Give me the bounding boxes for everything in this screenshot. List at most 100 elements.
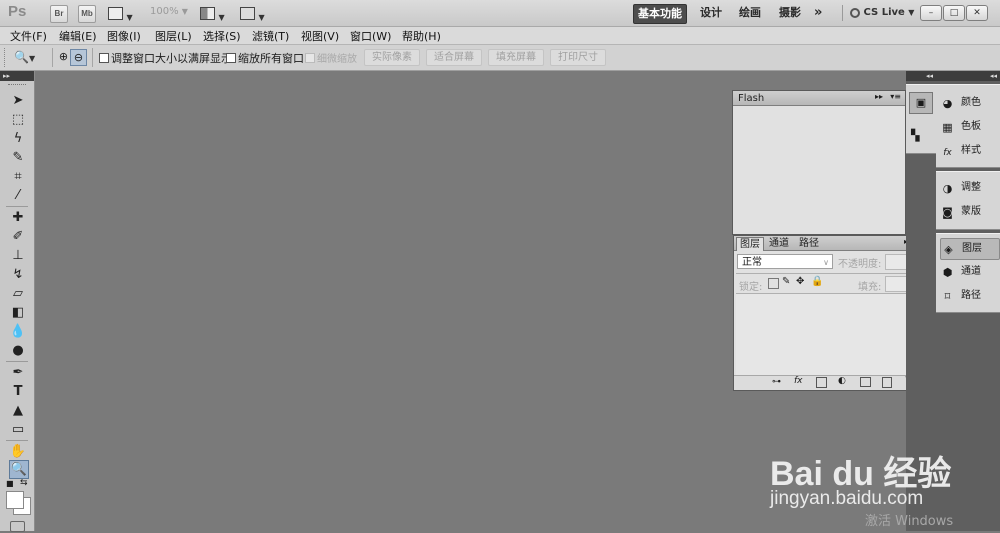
menu-layer[interactable]: 图层(L) — [155, 28, 192, 44]
quick-selection-tool-icon[interactable]: ✎ — [9, 149, 27, 166]
checkbox-icon — [99, 53, 109, 63]
menu-window[interactable]: 窗口(W) — [350, 28, 391, 44]
flash-panel-icon[interactable]: ▣ — [909, 92, 933, 114]
workspace-photography[interactable]: 摄影 — [775, 4, 805, 22]
swatches-panel-item[interactable]: ▦ 色板 — [940, 117, 998, 137]
rectangle-tool-icon[interactable]: ▭ — [9, 421, 27, 438]
workspace-painting[interactable]: 绘画 — [735, 4, 765, 22]
panel-grip[interactable] — [8, 84, 26, 87]
lock-all-icon[interactable]: 🔒 — [811, 276, 823, 287]
arrange-documents-dropdown[interactable]: ▼ — [200, 5, 230, 22]
zoom-in-icon[interactable]: ⊕ — [56, 49, 71, 64]
add-mask-icon[interactable] — [816, 377, 827, 388]
collapse-panel-icon[interactable]: ▸▸ — [875, 92, 883, 101]
swap-colors-icon[interactable]: ⇆ — [20, 478, 28, 488]
cs-live-button[interactable]: CS Live ▼ — [850, 5, 914, 21]
menu-select[interactable]: 选择(S) — [203, 28, 241, 44]
menu-help[interactable]: 帮助(H) — [402, 28, 441, 44]
foreground-color-swatch[interactable] — [6, 491, 24, 509]
blend-mode-select[interactable]: 正常 ∨ — [737, 254, 833, 269]
panel-menu-icon[interactable]: ▾≡ — [890, 92, 901, 101]
color-panel-item[interactable]: ◕ 颜色 — [940, 93, 998, 113]
brush-tool-icon[interactable]: ✐ — [9, 228, 27, 245]
move-tool-icon[interactable]: ➤ — [9, 92, 27, 109]
actual-pixels-button[interactable]: 实际像素 — [364, 49, 420, 66]
dock-collapse-button[interactable]: ◂◂ — [936, 71, 1000, 81]
bridge-button[interactable]: Br — [50, 5, 68, 23]
channels-panel-item[interactable]: ⬢ 通道 — [940, 262, 998, 282]
new-group-icon[interactable] — [860, 377, 871, 387]
fill-screen-button[interactable]: 填充屏幕 — [488, 49, 544, 66]
lock-position-icon[interactable]: ✥ — [796, 276, 804, 287]
link-layers-icon[interactable]: ⊶ — [772, 377, 781, 387]
paths-panel-item[interactable]: ⌑ 路径 — [940, 286, 998, 306]
dodge-tool-icon[interactable]: ● — [9, 342, 27, 359]
mini-bridge-button[interactable]: Mb — [78, 5, 96, 23]
options-grip[interactable] — [4, 48, 7, 67]
layer-style-icon[interactable]: fx — [794, 376, 803, 386]
eyedropper-tool-icon[interactable]: ⁄ — [9, 187, 27, 204]
adjustment-layer-icon[interactable]: ◐ — [838, 376, 846, 386]
fill-label: 填充: — [858, 282, 882, 293]
menu-edit[interactable]: 编辑(E) — [59, 28, 97, 44]
fit-screen-button[interactable]: 适合屏幕 — [426, 49, 482, 66]
zoom-tool-icon[interactable]: 🔍 — [9, 460, 29, 479]
default-colors-icon[interactable]: ■ — [6, 479, 14, 488]
blur-tool-icon[interactable]: 💧 — [9, 323, 27, 340]
chevron-down-icon: ▼ — [258, 13, 265, 22]
screen-mode-dropdown[interactable]: ▼ — [240, 5, 270, 22]
healing-brush-tool-icon[interactable]: ✚ — [9, 209, 27, 226]
zoom-level[interactable]: 100% ▼ — [150, 6, 188, 17]
menu-image[interactable]: 图像(I) — [107, 28, 141, 44]
styles-panel-item[interactable]: fx 样式 — [940, 141, 998, 161]
new-layer-icon[interactable] — [882, 377, 892, 388]
divider — [842, 5, 843, 21]
eraser-tool-icon[interactable]: ▱ — [9, 285, 27, 302]
gradient-tool-icon[interactable]: ◧ — [9, 304, 27, 321]
print-size-button[interactable]: 打印尺寸 — [550, 49, 606, 66]
history-panel-icon[interactable]: ▚ — [911, 129, 919, 142]
swatches-icon: ▦ — [942, 121, 953, 134]
workspace-essentials[interactable]: 基本功能 — [633, 4, 687, 24]
hand-tool-icon[interactable]: ✋ — [9, 443, 27, 460]
layers-footer: ⊶ fx ◐ 🗑 — [734, 375, 934, 390]
zoom-all-windows-checkbox[interactable]: 缩放所有窗口 — [226, 50, 304, 66]
tab-paths[interactable]: 路径 — [796, 237, 822, 250]
lock-transparency-icon[interactable] — [768, 278, 779, 289]
lasso-tool-icon[interactable]: ϟ — [9, 130, 27, 147]
marquee-tool-icon[interactable]: ⬚ — [9, 111, 27, 128]
scrubby-zoom-checkbox[interactable]: 细微缩放 — [305, 50, 357, 65]
more-workspaces-button[interactable]: » — [810, 4, 826, 22]
lock-pixels-icon[interactable]: ✎ — [782, 276, 790, 287]
pen-tool-icon[interactable]: ✒ — [9, 364, 27, 381]
layers-panel-item[interactable]: ◈ 图层 — [940, 238, 1000, 260]
photoshop-logo: Ps — [8, 3, 27, 20]
view-extras-dropdown[interactable]: ▼ — [108, 5, 138, 22]
tab-channels[interactable]: 通道 — [766, 237, 792, 250]
quick-mask-icon[interactable] — [10, 521, 25, 532]
path-selection-tool-icon[interactable]: ▲ — [9, 402, 27, 419]
layers-list[interactable] — [736, 293, 920, 376]
history-brush-tool-icon[interactable]: ↯ — [9, 266, 27, 283]
zoom-out-icon[interactable]: ⊖ — [70, 49, 87, 66]
type-tool-icon[interactable]: T — [9, 383, 27, 400]
close-button[interactable]: ✕ — [966, 5, 988, 21]
workspace-design[interactable]: 设计 — [696, 4, 726, 22]
checkbox-icon — [226, 53, 236, 63]
maximize-button[interactable]: □ — [943, 5, 965, 21]
clone-stamp-tool-icon[interactable]: ⊥ — [9, 247, 27, 264]
menu-file[interactable]: 文件(F) — [10, 28, 47, 44]
flash-panel-header[interactable]: Flash ▸▸ ▾≡ — [733, 91, 905, 106]
crop-tool-icon[interactable]: ⌗ — [9, 168, 27, 185]
masks-panel-item[interactable]: ◙ 蒙版 — [940, 202, 998, 222]
tab-flash[interactable]: Flash — [735, 92, 767, 105]
tab-layers[interactable]: 图层 — [736, 237, 764, 251]
menu-filter[interactable]: 滤镜(T) — [252, 28, 289, 44]
menu-view[interactable]: 视图(V) — [301, 28, 339, 44]
tools-panel-collapse[interactable]: ▸▸ — [0, 71, 34, 81]
tool-preset-picker[interactable]: 🔍▼ — [14, 49, 46, 65]
dock-collapse-button[interactable]: ◂◂ — [906, 71, 936, 81]
resize-windows-checkbox[interactable]: 调整窗口大小以满屏显示 — [99, 50, 232, 66]
minimize-button[interactable]: – — [920, 5, 942, 21]
adjustments-panel-item[interactable]: ◑ 调整 — [940, 178, 998, 198]
